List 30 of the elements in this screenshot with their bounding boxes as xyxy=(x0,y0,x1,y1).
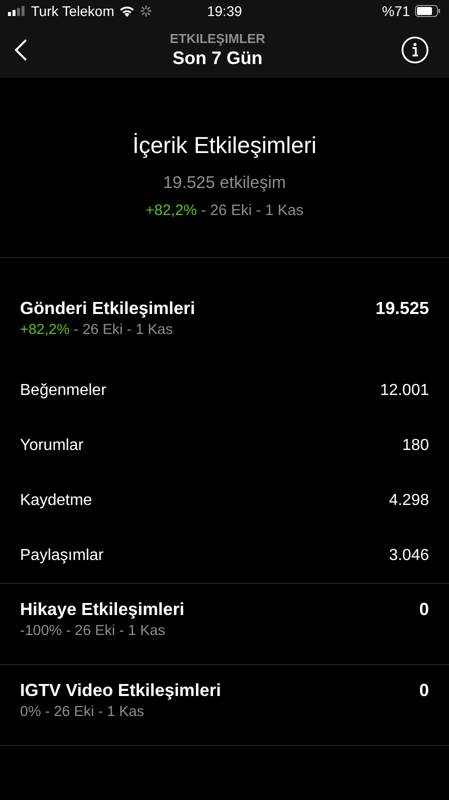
metric-value: 3.046 xyxy=(388,546,429,564)
section-change: +82,2% - 26 Eki - 1 Kas xyxy=(20,322,174,338)
spinner-icon xyxy=(140,5,152,17)
metric-label: Paylaşımlar xyxy=(20,546,104,564)
info-icon[interactable] xyxy=(401,36,429,64)
nav-title: Son 7 Gün xyxy=(172,48,262,69)
summary-title: İçerik Etkileşimleri xyxy=(132,132,317,159)
metric-label: Yorumlar xyxy=(20,436,84,454)
summary-total: 19.525 etkileşim xyxy=(163,173,286,193)
section-title: IGTV Video Etkileşimleri xyxy=(20,680,222,701)
metric-value: 4.298 xyxy=(388,492,429,510)
section-value: 0 xyxy=(419,680,429,701)
metric-label: Kaydetme xyxy=(20,492,92,510)
clock-time: 19:39 xyxy=(206,3,242,19)
metric-value: 180 xyxy=(402,436,429,454)
section-title: Hikaye Etkileşimleri xyxy=(20,599,184,620)
battery-icon xyxy=(415,5,441,17)
nav-subtitle: ETKILEŞIMLER xyxy=(170,31,266,46)
section-value: 19.525 xyxy=(375,298,429,319)
section-change: -100% - 26 Eki - 1 Kas xyxy=(20,623,166,639)
wifi-icon xyxy=(119,5,136,17)
metric-value: 12.001 xyxy=(380,382,429,400)
summary-change: +82,2% - 26 Eki - 1 Kas xyxy=(145,202,304,219)
signal-icon xyxy=(8,6,26,16)
section-title: Gönderi Etkileşimleri xyxy=(20,298,196,319)
carrier-name: Turk Telekom xyxy=(31,3,114,19)
section-change: 0% - 26 Eki - 1 Kas xyxy=(20,704,146,720)
section-value: 0 xyxy=(419,599,429,620)
battery-percent: %71 xyxy=(382,3,410,19)
metric-label: Beğenmeler xyxy=(20,382,106,400)
